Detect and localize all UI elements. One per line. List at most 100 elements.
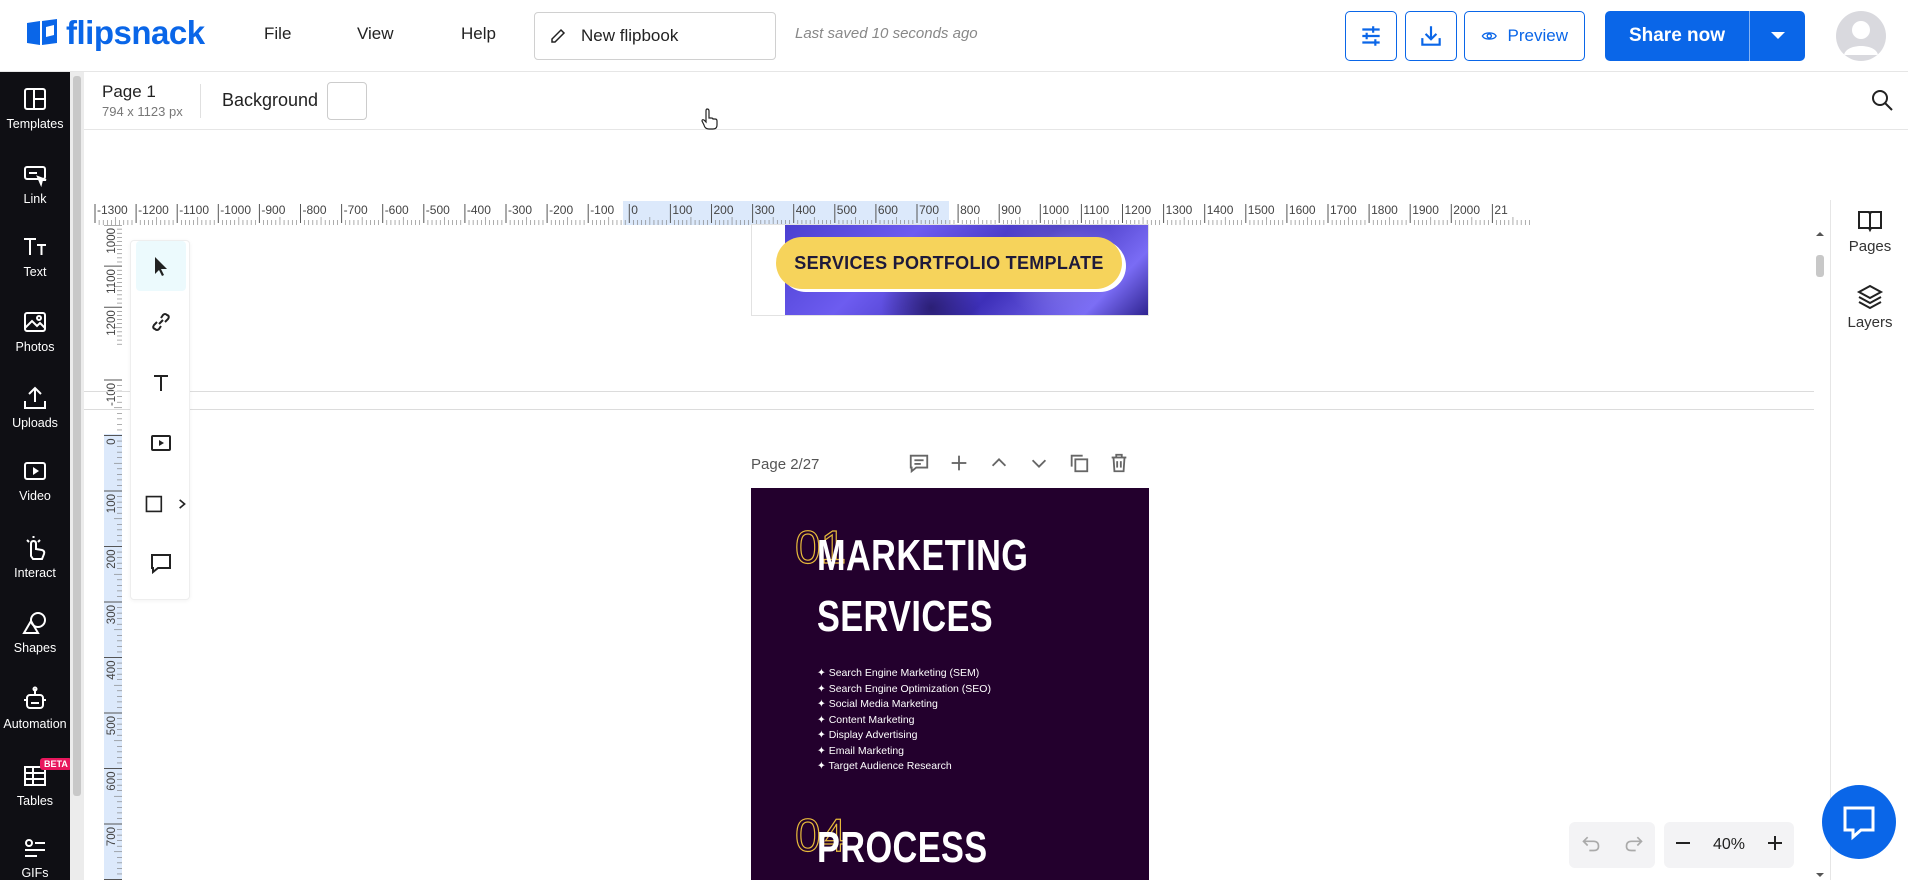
download-button[interactable]: [1405, 11, 1457, 61]
redo-button[interactable]: [1624, 833, 1644, 858]
ruler-label: -600: [385, 203, 409, 217]
divider: [200, 84, 201, 118]
text-icon: [154, 375, 168, 391]
ruler-label: 500: [837, 203, 857, 217]
zoom-out-button[interactable]: [1674, 834, 1692, 857]
user-avatar[interactable]: [1836, 11, 1886, 61]
section-title[interactable]: MARKETING: [817, 526, 1028, 586]
pages-panel-button[interactable]: Pages: [1831, 206, 1908, 255]
zoom-level[interactable]: 40%: [1713, 836, 1745, 854]
menu-file[interactable]: File: [264, 24, 291, 44]
share-dropdown-toggle[interactable]: [1750, 31, 1805, 41]
shape-tool[interactable]: [136, 479, 186, 529]
sidebar-item-automation[interactable]: Automation: [0, 685, 70, 731]
ruler-label: 1600: [1289, 203, 1316, 217]
services-list[interactable]: Search Engine Marketing (SEM) Search Eng…: [817, 666, 991, 775]
ruler-label: -400: [467, 203, 491, 217]
link-icon: [24, 166, 47, 188]
video-tool[interactable]: [136, 418, 186, 468]
download-icon: [1421, 26, 1441, 46]
list-item: Display Advertising: [817, 728, 991, 744]
photos-icon: [24, 312, 46, 332]
zoom-in-button[interactable]: [1766, 834, 1784, 857]
minus-icon: [1676, 841, 1690, 844]
add-page-button[interactable]: [946, 450, 972, 476]
canvas-scrollbar[interactable]: [1813, 225, 1827, 880]
flipsnack-logo[interactable]: flipsnack: [24, 14, 205, 52]
pages-label: Pages: [1848, 238, 1892, 255]
ruler-label: 1400: [1207, 203, 1234, 217]
brand-name: flipsnack: [66, 14, 205, 51]
page-separator: [84, 391, 1814, 392]
delete-page-button[interactable]: [1106, 450, 1132, 476]
list-item: Email Marketing: [817, 744, 991, 760]
flipbook-title-field[interactable]: New flipbook: [534, 12, 776, 60]
sidebar-item-gifs[interactable]: GIFs: [0, 834, 70, 880]
scroll-up-icon[interactable]: [1813, 229, 1827, 239]
history-controls: [1569, 822, 1655, 868]
chevron-right-icon: [178, 499, 186, 509]
duplicate-icon: [1070, 454, 1089, 473]
sidebar-item-link[interactable]: Link: [0, 160, 70, 206]
ruler-label: 200: [714, 203, 734, 217]
ruler-label: -1300: [97, 203, 128, 217]
layers-panel-button[interactable]: Layers: [1831, 282, 1908, 331]
ruler-label: 1500: [1248, 203, 1275, 217]
beta-badge: BETA: [40, 758, 72, 770]
sidebar-item-text[interactable]: Text: [0, 233, 70, 279]
duplicate-page-button[interactable]: [1066, 450, 1092, 476]
undo-button[interactable]: [1581, 833, 1601, 858]
ruler-label: 400: [796, 203, 816, 217]
menu-help[interactable]: Help: [461, 24, 496, 44]
page-size: 794 x 1123 px: [102, 104, 183, 119]
comment-button[interactable]: [906, 450, 932, 476]
flipbook-title: New flipbook: [581, 26, 679, 45]
canvas-scroll-thumb[interactable]: [1816, 255, 1824, 277]
sidebar-item-interact[interactable]: Interact: [0, 534, 70, 580]
ruler-label: 500: [106, 716, 118, 735]
sidebar-label: Link: [23, 192, 47, 206]
page-properties-bar: Page 1 794 x 1123 px Background: [84, 72, 1908, 130]
sidebar-label: GIFs: [21, 866, 49, 880]
sidebar-item-photos[interactable]: Photos: [0, 308, 70, 354]
user-icon: [1844, 21, 1878, 55]
sliders-icon: [1362, 26, 1380, 46]
settings-button[interactable]: [1345, 11, 1397, 61]
sidebar-item-shapes[interactable]: Shapes: [0, 609, 70, 655]
ruler-label: 1700: [1330, 203, 1357, 217]
search-button[interactable]: [1870, 88, 1894, 117]
ruler-label: 700: [919, 203, 939, 217]
move-page-up-button[interactable]: [986, 450, 1012, 476]
select-tool[interactable]: [136, 241, 186, 291]
flipsnack-logo-icon: [27, 19, 57, 45]
share-button[interactable]: Share now: [1605, 11, 1805, 61]
video-icon: [151, 435, 171, 451]
sidebar-item-uploads[interactable]: Uploads: [0, 384, 70, 430]
ruler-label: 600: [106, 772, 118, 791]
text-tool[interactable]: [136, 358, 186, 408]
comment-tool[interactable]: [136, 538, 186, 588]
ruler-label: 1100: [1083, 203, 1109, 217]
scroll-down-icon[interactable]: [1813, 870, 1827, 880]
portfolio-title-banner[interactable]: SERVICES PORTFOLIO TEMPLATE: [776, 237, 1122, 289]
menu-view[interactable]: View: [357, 24, 394, 44]
background-color-swatch[interactable]: [327, 82, 367, 120]
support-chat-button[interactable]: [1822, 785, 1896, 859]
page-1-preview[interactable]: SERVICES PORTFOLIO TEMPLATE: [751, 224, 1149, 316]
ruler-label: 0: [106, 439, 118, 445]
preview-button[interactable]: Preview: [1464, 11, 1585, 61]
section-title[interactable]: PROCESS: [817, 818, 988, 878]
move-page-down-button[interactable]: [1026, 450, 1052, 476]
templates-icon: [24, 88, 46, 110]
page-2[interactable]: 01 MARKETING SERVICES Search Engine Mark…: [751, 488, 1149, 880]
sidebar-scroll-thumb[interactable]: [73, 76, 81, 796]
sidebar-scrollbar[interactable]: [70, 72, 84, 880]
editor-canvas[interactable]: -1300 -1200 -1100 -1000 -900 -800 -700 -600 -500…: [84, 131, 1830, 880]
ruler-label: -200: [549, 203, 573, 217]
sidebar-item-templates[interactable]: Templates: [0, 85, 70, 131]
section-title[interactable]: SERVICES: [817, 587, 993, 647]
sidebar-item-tables[interactable]: BETA Tables: [0, 758, 72, 808]
ruler-label: 200: [106, 550, 118, 569]
link-tool[interactable]: [136, 297, 186, 347]
sidebar-item-video[interactable]: Video: [0, 457, 70, 503]
